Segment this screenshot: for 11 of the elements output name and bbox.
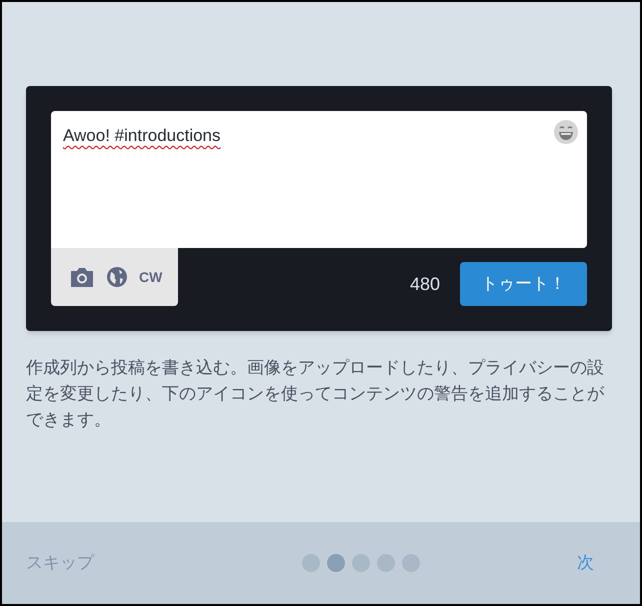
character-counter: 480	[410, 272, 440, 296]
emoji-icon[interactable]	[553, 119, 579, 145]
text-area[interactable]: Awoo! #introductions	[51, 111, 587, 248]
skip-link[interactable]: スキップ	[26, 550, 94, 576]
toot-button[interactable]: トゥート！	[460, 262, 587, 306]
cw-button[interactable]: CW	[139, 266, 162, 288]
globe-icon[interactable]	[107, 267, 127, 287]
next-link[interactable]: 次	[577, 550, 594, 576]
camera-icon[interactable]	[69, 266, 95, 288]
description-text: 作成列から投稿を書き込む。画像をアップロードしたり、プライバシーの設定を変更したり、下のアイコンを使ってコンテンツの警告を追加することができます。	[26, 357, 605, 431]
text-value: Awoo! #introductions	[63, 126, 221, 145]
